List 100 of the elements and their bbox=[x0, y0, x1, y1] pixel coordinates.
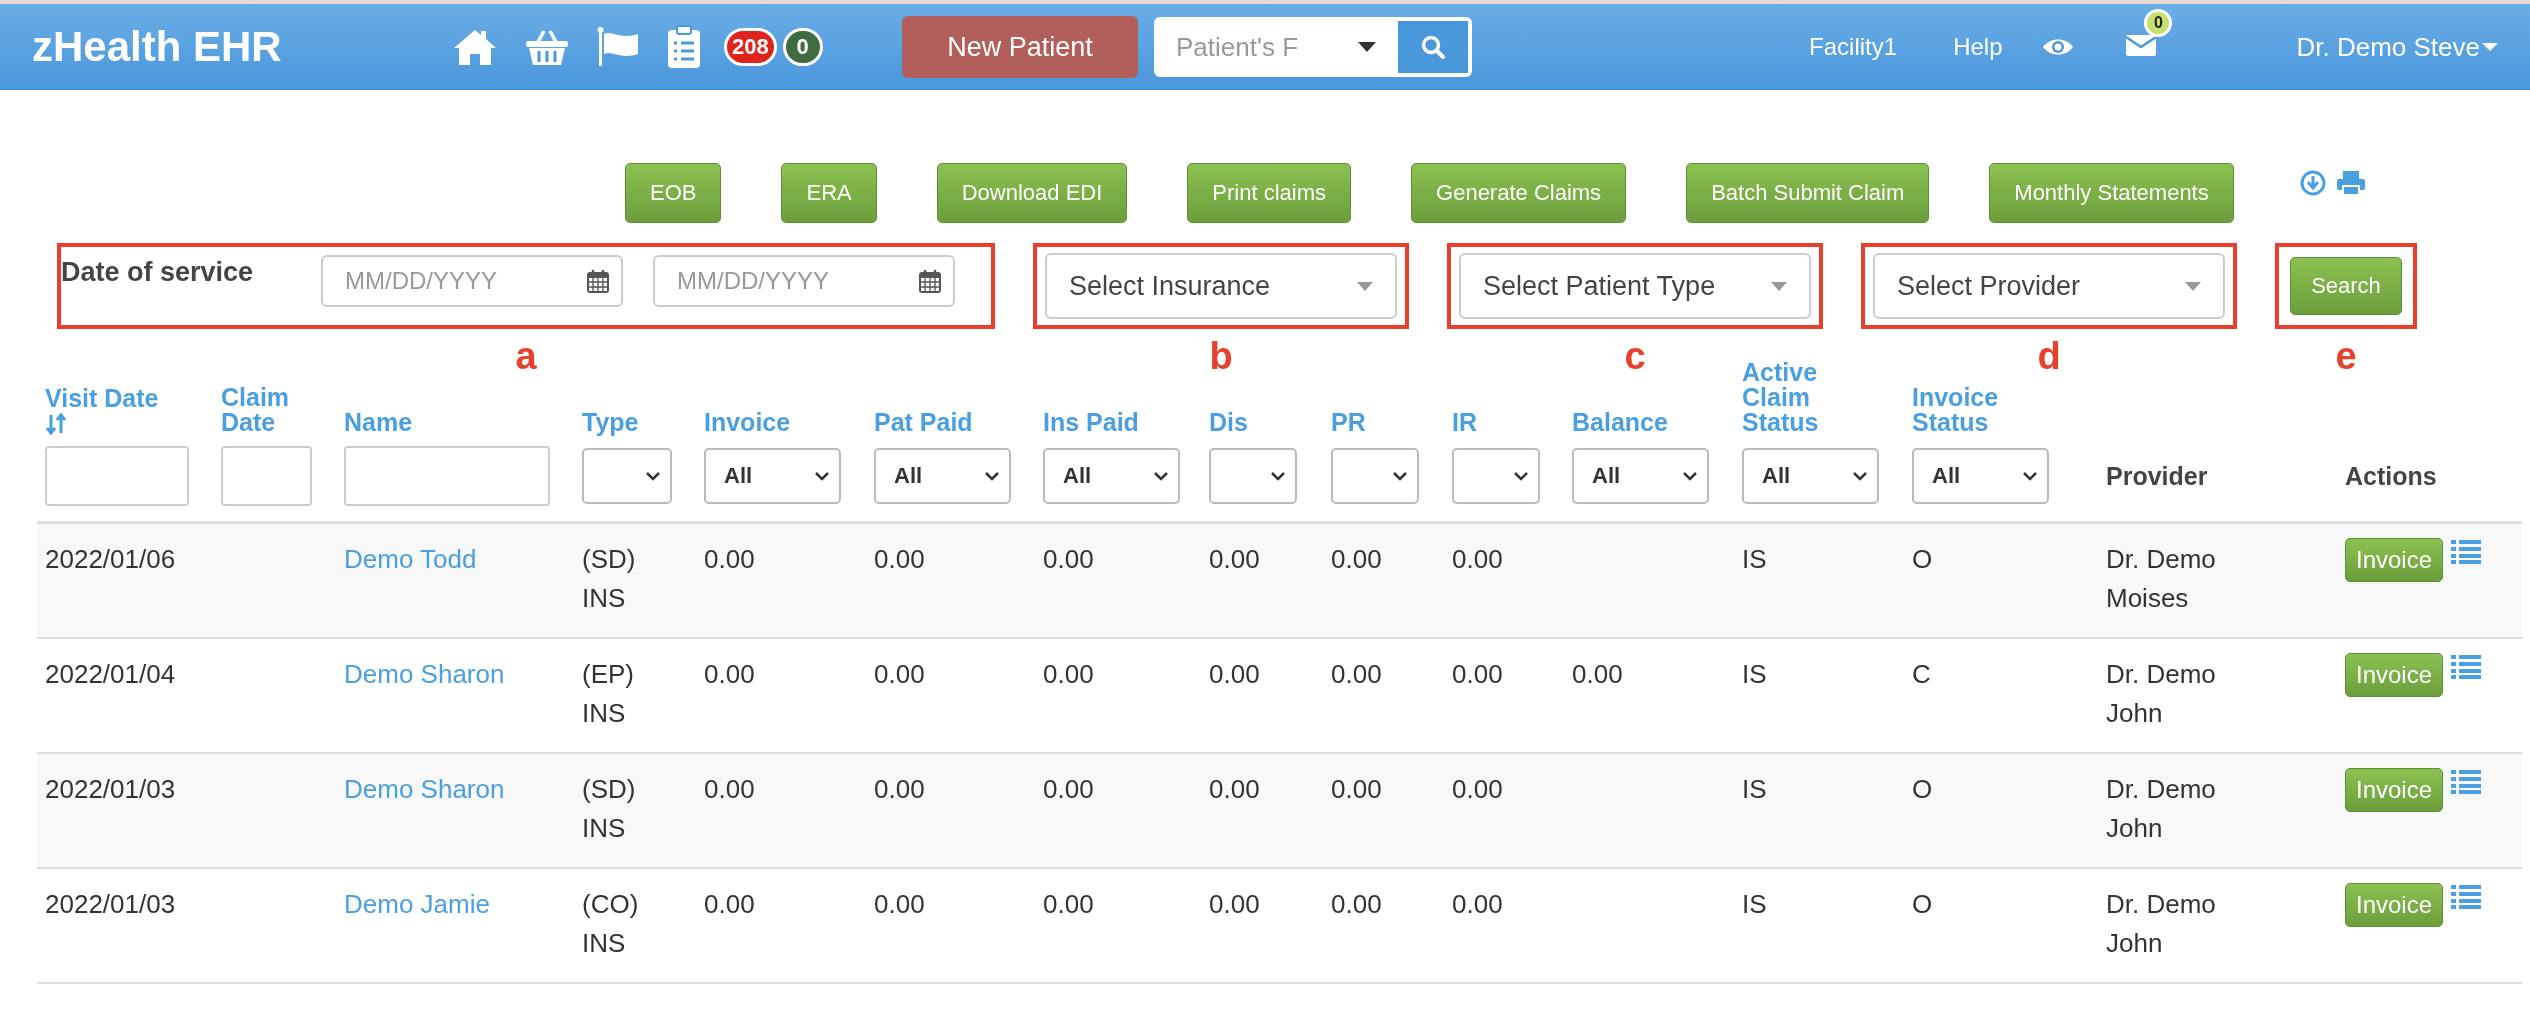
patient-name-link[interactable]: Demo Jamie bbox=[344, 889, 490, 919]
table-cell-text: (EP) INS bbox=[582, 658, 635, 730]
calendar-icon[interactable] bbox=[919, 269, 941, 293]
date-picker[interactable]: MM/DD/YYYY bbox=[653, 255, 955, 307]
table-cell: 0.00 bbox=[874, 774, 925, 804]
column-header[interactable]: IR bbox=[1452, 410, 1477, 435]
table-cell: 2022/01/03 bbox=[45, 774, 176, 804]
column-header[interactable]: Type bbox=[582, 410, 639, 435]
filter-select[interactable] bbox=[1209, 448, 1297, 504]
filter-select[interactable]: All bbox=[874, 448, 1011, 504]
search-bar[interactable]: Patient's F bbox=[1154, 17, 1472, 77]
chevron-down-icon bbox=[1514, 471, 1528, 481]
dropdown-caret-icon[interactable] bbox=[1358, 42, 1376, 52]
mail-count-badge: 0 bbox=[2144, 9, 2173, 37]
filter-select[interactable]: All bbox=[1043, 448, 1180, 504]
column-header[interactable]: Visit Date bbox=[45, 386, 159, 411]
chevron-down-icon bbox=[1271, 471, 1285, 481]
date-picker[interactable]: MM/DD/YYYY bbox=[321, 255, 623, 307]
select-dropdown[interactable]: Select Insurance bbox=[1045, 253, 1397, 319]
column-header[interactable]: Claim Date bbox=[221, 385, 328, 435]
filter-input-field[interactable] bbox=[45, 446, 189, 506]
invoice-button[interactable]: Invoice bbox=[2345, 883, 2444, 927]
column-header: Provider bbox=[2106, 461, 2208, 491]
table-cell: 0.00 bbox=[1331, 774, 1382, 804]
filter-input-field[interactable] bbox=[221, 446, 312, 506]
patient-name-link[interactable]: Demo Sharon bbox=[344, 659, 505, 689]
table-cell: 0.00 bbox=[874, 544, 925, 574]
chevron-down-icon bbox=[1154, 471, 1168, 481]
table-cell: IS bbox=[1742, 774, 1767, 804]
table-cell: 0.00 bbox=[1209, 889, 1260, 919]
column-header[interactable]: Ins Paid bbox=[1043, 410, 1139, 435]
chevron-down-icon bbox=[1393, 471, 1407, 481]
download-icon[interactable] bbox=[2299, 170, 2326, 196]
toolbar-button[interactable]: Monthly Statements bbox=[1989, 163, 2234, 223]
select-dropdown[interactable]: Select Patient Type bbox=[1459, 253, 1811, 319]
table-cell: 0.00 bbox=[1452, 659, 1503, 689]
table-cell: 0.00 bbox=[1572, 659, 1623, 689]
search-button[interactable] bbox=[1398, 21, 1468, 73]
list-icon[interactable] bbox=[2451, 883, 2482, 909]
list-icon[interactable] bbox=[2451, 768, 2482, 794]
sort-icon[interactable] bbox=[45, 413, 67, 435]
column-header[interactable]: Invoice bbox=[704, 410, 791, 435]
column-header[interactable]: Balance bbox=[1572, 410, 1668, 435]
toolbar-button[interactable]: EOB bbox=[625, 163, 722, 223]
toolbar-button[interactable]: Print claims bbox=[1187, 163, 1352, 223]
column-header[interactable]: Invoice Status bbox=[1912, 385, 2052, 435]
invoice-button[interactable]: Invoice bbox=[2345, 653, 2444, 697]
filter-select[interactable]: All bbox=[1742, 448, 1879, 504]
envelope-icon[interactable] bbox=[2126, 33, 2157, 57]
toolbar-button[interactable]: Download EDI bbox=[936, 163, 1128, 223]
column-header[interactable]: PR bbox=[1331, 410, 1366, 435]
patient-name-link[interactable]: Demo Sharon bbox=[344, 774, 505, 804]
invoice-button[interactable]: Invoice bbox=[2345, 538, 2444, 582]
app-brand[interactable]: zHealth EHR bbox=[32, 23, 452, 71]
flag-icon[interactable] bbox=[596, 26, 640, 68]
table-cell: 0.00 bbox=[1043, 544, 1094, 574]
table-cell: 0.00 bbox=[704, 774, 755, 804]
toolbar-button[interactable]: Batch Submit Claim bbox=[1686, 163, 1930, 223]
filter-select[interactable]: All bbox=[1572, 448, 1709, 504]
list-icon[interactable] bbox=[2451, 538, 2482, 564]
user-menu[interactable]: Dr. Demo Steve bbox=[2296, 31, 2498, 63]
column-header[interactable]: Pat Paid bbox=[874, 410, 973, 435]
clipboard-icon[interactable] bbox=[666, 25, 702, 69]
toolbar-button[interactable]: ERA bbox=[781, 163, 877, 223]
column-header[interactable]: Dis bbox=[1209, 410, 1248, 435]
list-icon[interactable] bbox=[2451, 653, 2482, 679]
chevron-down-icon bbox=[2023, 471, 2037, 481]
table-cell: 0.00 bbox=[704, 659, 755, 689]
invoice-button[interactable]: Invoice bbox=[2345, 768, 2444, 812]
home-icon[interactable] bbox=[452, 27, 498, 67]
count-badge[interactable]: 0 bbox=[782, 28, 823, 66]
filter-select[interactable] bbox=[1452, 448, 1540, 504]
column-header[interactable]: Name bbox=[344, 410, 413, 435]
basket-icon[interactable] bbox=[524, 27, 570, 67]
table-cell: 0.00 bbox=[1452, 544, 1503, 574]
chevron-down-icon bbox=[815, 471, 829, 481]
filter-select[interactable] bbox=[582, 448, 672, 504]
select-dropdown[interactable]: Select Provider bbox=[1873, 253, 2225, 319]
help-link[interactable]: Help bbox=[1953, 33, 2003, 61]
column-header[interactable]: Active Claim Status bbox=[1742, 360, 1882, 435]
date-of-service-label: Date of service bbox=[61, 257, 255, 288]
facility-link[interactable]: Facility1 bbox=[1809, 33, 1898, 61]
chevron-down-icon bbox=[646, 471, 660, 481]
table-cell: O bbox=[1912, 774, 1933, 804]
printer-icon[interactable] bbox=[2335, 170, 2366, 196]
new-patient-button[interactable]: New Patient bbox=[902, 16, 1138, 78]
search-button[interactable]: Search bbox=[2290, 257, 2402, 315]
filter-select[interactable] bbox=[1331, 448, 1419, 504]
caret-icon bbox=[2482, 42, 2498, 52]
table-cell-text: Dr. Demo John bbox=[2106, 658, 2217, 730]
filter-input-field[interactable] bbox=[344, 446, 550, 506]
table-cell: 0.00 bbox=[704, 544, 755, 574]
filter-select[interactable]: All bbox=[1912, 448, 2049, 504]
annotation-letter: c bbox=[1624, 335, 1646, 378]
filter-select[interactable]: All bbox=[704, 448, 841, 504]
toolbar-button[interactable]: Generate Claims bbox=[1411, 163, 1627, 223]
count-badge[interactable]: 208 bbox=[724, 28, 777, 66]
calendar-icon[interactable] bbox=[587, 269, 609, 293]
patient-name-link[interactable]: Demo Todd bbox=[344, 544, 477, 574]
column-header: Actions bbox=[2345, 461, 2437, 491]
